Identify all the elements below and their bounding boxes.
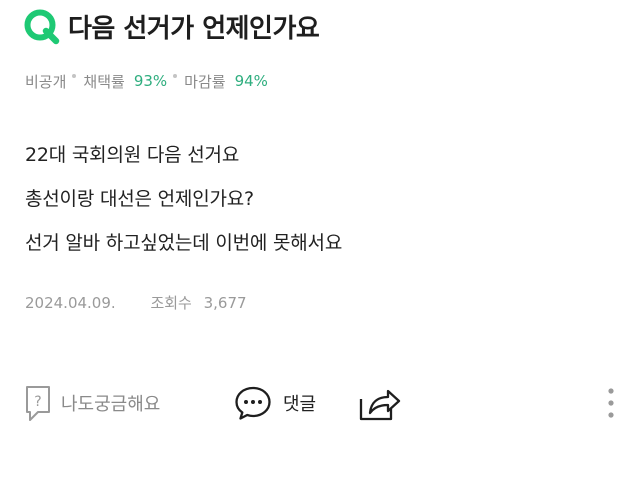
- question-box-icon: ?: [26, 386, 50, 421]
- views-label: 조회수: [150, 294, 192, 312]
- more-vertical-icon: [608, 388, 614, 418]
- curious-button[interactable]: ? 나도궁금해요: [25, 378, 160, 428]
- comment-button[interactable]: 댓글: [234, 378, 316, 428]
- post-date: 2024.04.09.: [25, 294, 116, 312]
- adopt-rate-value: 93%: [133, 72, 168, 90]
- question-header: 다음 선거가 언제인가요: [22, 4, 320, 48]
- question-body-line: 22대 국회의원 다음 선거요: [25, 144, 240, 166]
- curious-label: 나도궁금해요: [61, 394, 161, 415]
- speech-bubble-icon: [235, 386, 271, 420]
- q-logo-icon: [24, 9, 60, 45]
- question-meta: 비공개 채택률 93% 마감률 94%: [25, 69, 268, 93]
- question-page: 다음 선거가 언제인가요 비공개 채택률 93% 마감률 94% 22대 국회의…: [0, 0, 640, 499]
- question-body-line: 총선이랑 대선은 언제인가요?: [25, 188, 254, 210]
- visibility-label: 비공개: [25, 72, 67, 91]
- comment-label: 댓글: [283, 394, 317, 415]
- separator-dot: [72, 74, 77, 78]
- svg-text:?: ?: [34, 394, 41, 410]
- views-count: 3,677: [203, 294, 247, 312]
- question-body-line: 선거 알바 하고싶었는데 이번에 못해서요: [25, 232, 343, 254]
- share-icon: [359, 389, 401, 421]
- close-rate-label: 마감률: [184, 72, 226, 91]
- question-title: 다음 선거가 언제인가요: [68, 13, 320, 44]
- share-button[interactable]: [358, 378, 402, 428]
- action-bar: ? 나도궁금해요 댓글: [0, 378, 640, 428]
- close-rate-value: 94%: [234, 72, 268, 90]
- more-options-button[interactable]: [606, 378, 616, 428]
- question-info: 2024.04.09. 조회수 3,677: [25, 292, 247, 313]
- adopt-rate-label: 채택률: [83, 72, 125, 91]
- separator-dot: [173, 74, 178, 78]
